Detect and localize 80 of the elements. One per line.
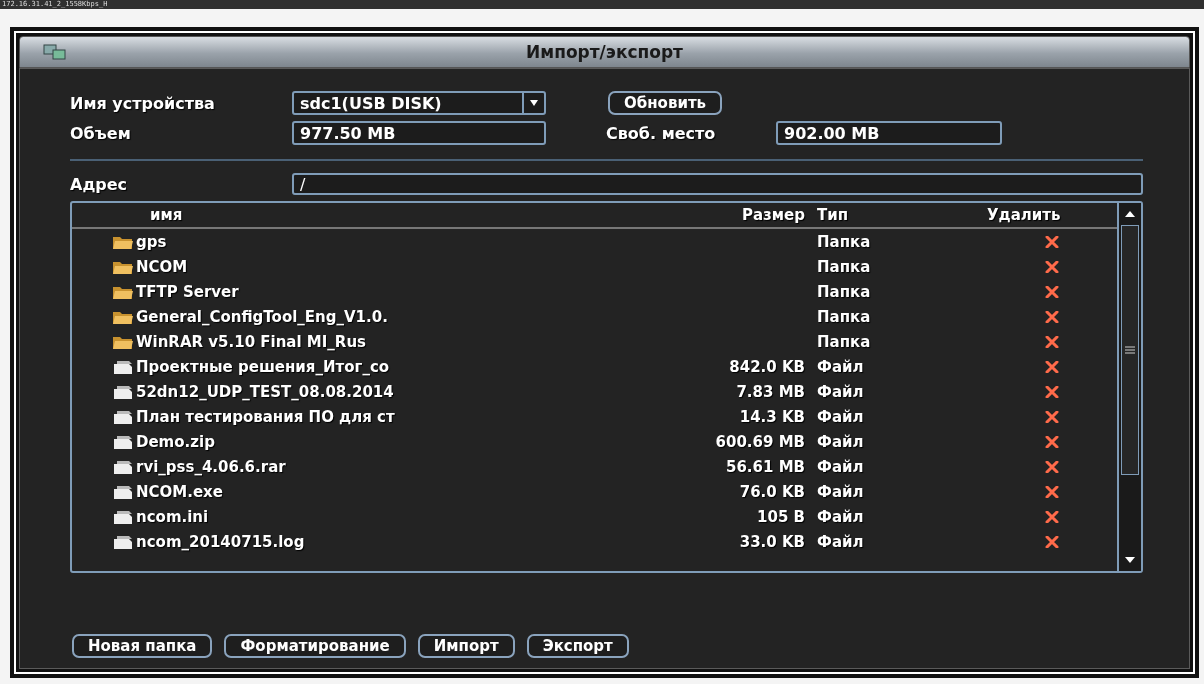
scroll-thumb[interactable] <box>1121 225 1139 475</box>
file-size: 7.83 MB <box>736 382 805 401</box>
scroll-down-icon <box>1123 555 1137 565</box>
file-type: Файл <box>817 507 864 526</box>
delete-icon[interactable] <box>1045 360 1059 373</box>
column-header: имя <box>149 206 184 224</box>
action-button[interactable]: Новая папка <box>72 634 213 658</box>
file-icon <box>112 458 134 475</box>
column-header: Тип <box>816 206 850 224</box>
file-size: 600.69 MB <box>715 432 805 451</box>
column-header: Размер <box>741 206 805 224</box>
file-name[interactable]: Проектные решения_Итог_со <box>136 357 390 376</box>
delete-icon[interactable] <box>1045 485 1059 498</box>
delete-icon[interactable] <box>1045 335 1059 348</box>
delete-icon[interactable] <box>1045 385 1059 398</box>
delete-icon[interactable] <box>1045 410 1059 423</box>
file-name[interactable]: rvi_pss_4.06.6.rar <box>136 457 286 476</box>
file-name[interactable]: General_ConfigTool_Eng_V1.0. <box>136 307 388 326</box>
file-type: Файл <box>817 482 864 501</box>
file-size: 56.61 MB <box>725 457 805 476</box>
delete-icon[interactable] <box>1045 260 1059 273</box>
file-name[interactable]: ncom.ini <box>136 507 209 526</box>
grip-icon <box>1125 346 1135 354</box>
file-icon <box>112 533 134 550</box>
delete-icon[interactable] <box>1045 310 1059 323</box>
file-name[interactable]: 52dn12_UDP_TEST_08.08.2014 <box>136 382 394 401</box>
file-name[interactable]: ncom_20140715.log <box>136 532 305 551</box>
file-type: Файл <box>817 357 864 376</box>
file-size: 33.0 KB <box>739 532 805 551</box>
field-label: Объем <box>70 123 132 143</box>
delete-icon[interactable] <box>1045 535 1059 548</box>
file-type: Файл <box>817 532 864 551</box>
file-type: Папка <box>817 257 871 276</box>
file-icon <box>112 383 134 400</box>
file-icon <box>112 408 134 425</box>
field-label: Своб. место <box>605 123 717 143</box>
file-name[interactable]: NCOM <box>136 257 188 276</box>
file-type: Папка <box>817 307 871 326</box>
file-icon <box>112 433 134 450</box>
file-type: Папка <box>817 232 871 251</box>
window-title: Импорт/экспорт <box>526 42 683 62</box>
file-icon <box>112 358 134 375</box>
file-icon <box>112 483 134 500</box>
file-size: 76.0 KB <box>739 482 805 501</box>
file-name[interactable]: TFTP Server <box>136 282 239 301</box>
delete-icon[interactable] <box>1045 235 1059 248</box>
field-label: Имя устройства <box>70 93 216 113</box>
device-dropdown[interactable]: sdc1(USB DISK) <box>292 91 546 115</box>
file-type: Файл <box>817 407 864 426</box>
file-type: Файл <box>817 432 864 451</box>
delete-icon[interactable] <box>1045 510 1059 523</box>
action-button[interactable]: Экспорт <box>526 634 629 658</box>
action-button[interactable]: Форматирование <box>224 634 406 658</box>
devices-icon <box>42 42 68 62</box>
delete-icon[interactable] <box>1045 435 1059 448</box>
refresh-button[interactable]: Обновить <box>608 91 723 115</box>
file-icon <box>112 508 134 525</box>
file-size: 842.0 KB <box>729 357 805 376</box>
file-name[interactable]: План тестирования ПО для ст <box>136 407 395 426</box>
file-name[interactable]: gps <box>136 232 167 251</box>
action-button[interactable]: Импорт <box>417 634 515 658</box>
delete-icon[interactable] <box>1045 285 1059 298</box>
scrollbar[interactable] <box>1117 203 1141 571</box>
file-type: Папка <box>817 332 871 351</box>
delete-icon[interactable] <box>1045 460 1059 473</box>
scroll-up-icon <box>1123 209 1137 219</box>
file-size: 14.3 KB <box>739 407 805 426</box>
file-name[interactable]: NCOM.exe <box>136 482 223 501</box>
file-type: Файл <box>817 382 864 401</box>
file-name[interactable]: Demo.zip <box>136 432 215 451</box>
column-header: Удалить <box>987 206 1062 224</box>
volume-field: 977.50 MB <box>292 121 546 145</box>
file-type: Файл <box>817 457 864 476</box>
file-size: 105 B <box>757 507 805 526</box>
file-name[interactable]: WinRAR v5.10 Final MI_Rus <box>136 332 367 351</box>
file-type: Папка <box>817 282 871 301</box>
free-space-field: 902.00 MB <box>776 121 1002 145</box>
address-field[interactable]: / <box>292 173 1143 195</box>
caret-icon <box>529 99 539 107</box>
field-label: Адрес <box>70 174 129 194</box>
